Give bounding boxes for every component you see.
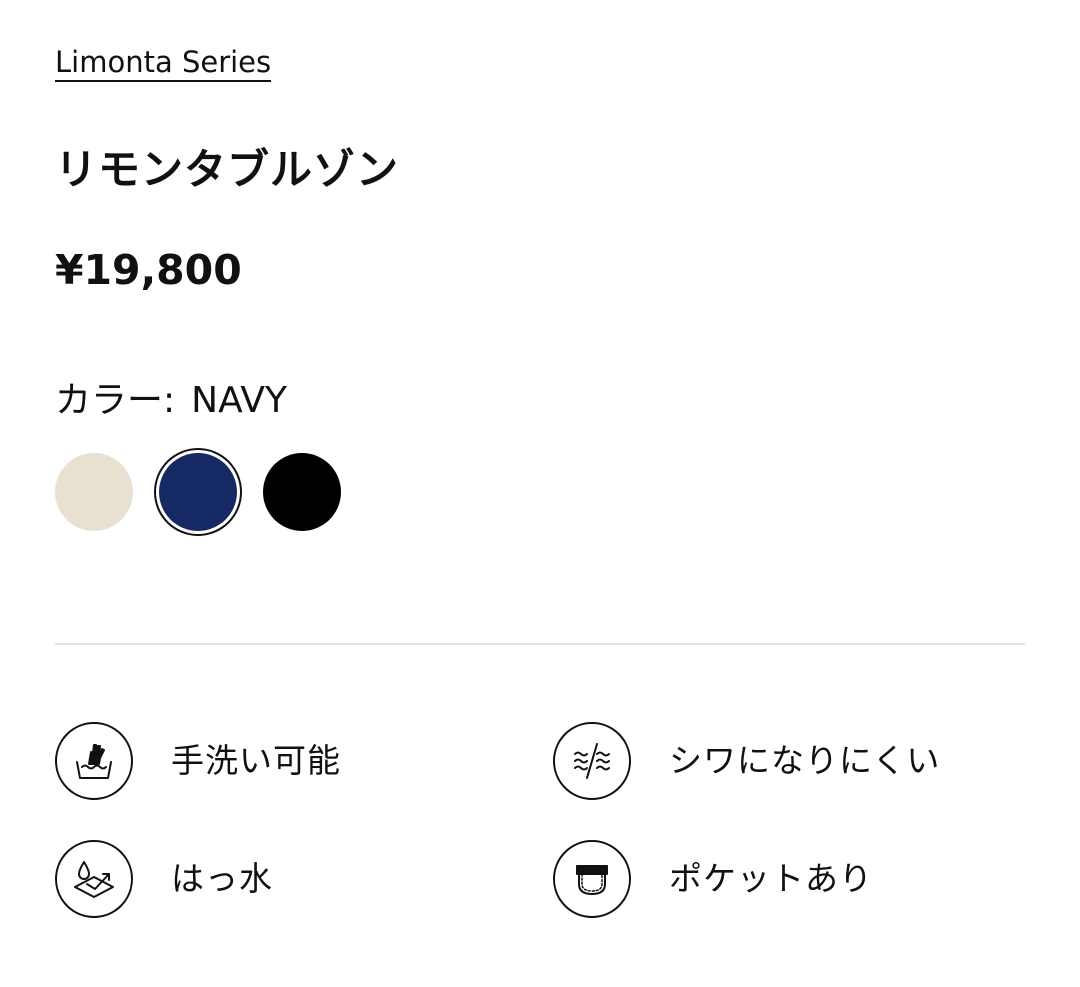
color-label: カラー:: [55, 380, 176, 421]
selected-color-name: NAVY: [191, 380, 288, 421]
hand-wash-icon: [55, 722, 133, 800]
series-link[interactable]: Limonta Series: [55, 44, 272, 82]
color-swatch-beige[interactable]: [55, 453, 133, 531]
feature-hand-wash: 手洗い可能: [55, 720, 341, 802]
pocket-icon: [553, 840, 631, 918]
feature-label: ポケットあり: [669, 859, 873, 898]
feature-label: はっ水: [171, 859, 273, 898]
color-swatch-navy[interactable]: [159, 453, 237, 531]
wrinkle-resistant-icon: [553, 722, 631, 800]
feature-pocket: ポケットあり: [553, 838, 873, 920]
section-divider: [55, 643, 1025, 645]
feature-label: 手洗い可能: [171, 741, 341, 780]
product-price: ¥19,800: [55, 246, 242, 294]
feature-water-repellent: はっ水: [55, 838, 273, 920]
color-selection-label: カラー: NAVY: [55, 378, 287, 424]
product-title: リモンタブルゾン: [55, 145, 400, 194]
color-swatch-black[interactable]: [263, 453, 341, 531]
water-repellent-icon: [55, 840, 133, 918]
feature-wrinkle-resistant: シワになりにくい: [553, 720, 940, 802]
feature-label: シワになりにくい: [669, 741, 941, 780]
